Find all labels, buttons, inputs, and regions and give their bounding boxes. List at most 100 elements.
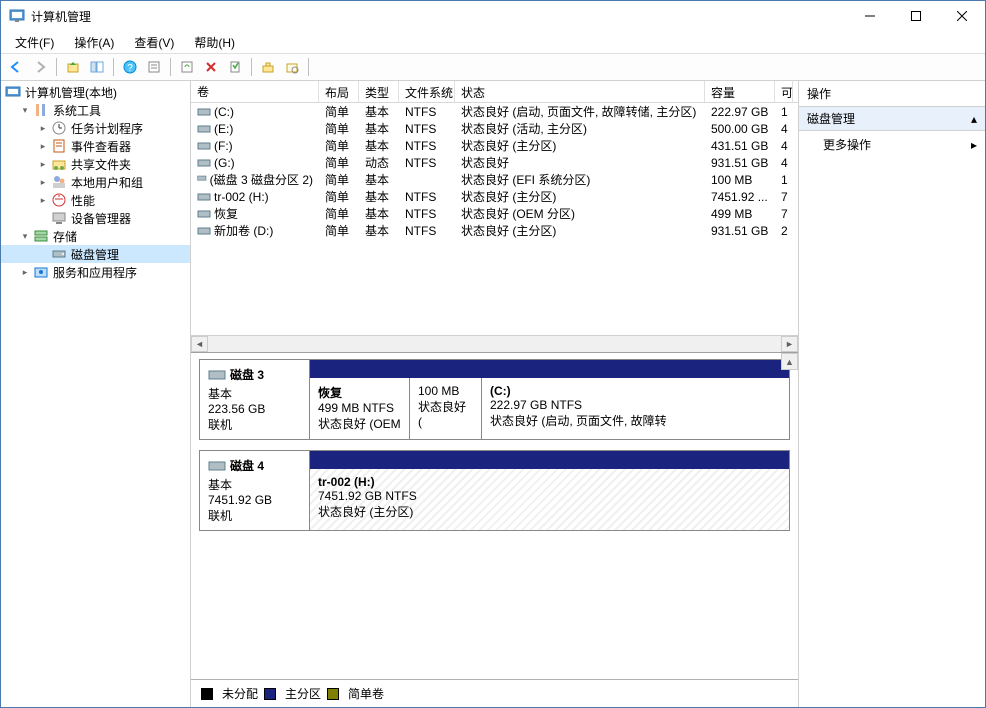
- disk-title: 磁盘 3: [230, 366, 264, 383]
- volume-icon: [197, 140, 211, 152]
- navigation-tree[interactable]: 计算机管理(本地) ▾ 系统工具 ▸ 任务计划程序 ▸ 事件查看器 ▸ 共享文件…: [1, 81, 191, 707]
- properties-button[interactable]: [143, 56, 165, 78]
- table-row[interactable]: (E:)简单基本NTFS状态良好 (活动, 主分区)500.00 GB4: [191, 120, 798, 137]
- scroll-left-icon[interactable]: ◄: [191, 336, 208, 352]
- tree-event-viewer[interactable]: ▸ 事件查看器: [1, 137, 190, 155]
- partition-size: 499 MB NTFS: [318, 401, 401, 415]
- menu-action[interactable]: 操作(A): [64, 32, 124, 53]
- disk-size: 223.56 GB: [208, 402, 301, 416]
- menu-help[interactable]: 帮助(H): [184, 32, 245, 53]
- volume-icon: [197, 208, 211, 220]
- disk-graphical-view[interactable]: ▲ 磁盘 3 基本 223.56 GB 联机: [191, 353, 798, 679]
- actions-more[interactable]: 更多操作 ▸: [799, 131, 985, 158]
- partition[interactable]: tr-002 (H:) 7451.92 GB NTFS 状态良好 (主分区): [310, 469, 789, 530]
- volume-icon: [197, 106, 211, 118]
- legend-label: 主分区: [285, 685, 321, 702]
- action2-button[interactable]: [281, 56, 303, 78]
- partition-size: 7451.92 GB NTFS: [318, 489, 781, 503]
- toolbar: ?: [1, 53, 985, 81]
- col-volume[interactable]: 卷: [191, 81, 319, 102]
- collapse-icon[interactable]: ▾: [19, 230, 31, 242]
- disk-row-4[interactable]: 磁盘 4 基本 7451.92 GB 联机 tr-002 (H:) 7451.9…: [199, 450, 790, 531]
- collapse-icon[interactable]: ▴: [971, 112, 977, 126]
- tree-performance[interactable]: ▸ 性能: [1, 191, 190, 209]
- minimize-button[interactable]: [847, 1, 893, 31]
- help-button[interactable]: ?: [119, 56, 141, 78]
- legend-label: 未分配: [222, 685, 258, 702]
- tree-label: 设备管理器: [71, 210, 131, 227]
- table-row[interactable]: (C:)简单基本NTFS状态良好 (启动, 页面文件, 故障转储, 主分区)22…: [191, 103, 798, 120]
- scroll-right-icon[interactable]: ►: [781, 336, 798, 352]
- partition-status: 状态良好 (启动, 页面文件, 故障转: [490, 412, 781, 429]
- partition-status: 状态良好 (: [418, 398, 473, 429]
- expand-icon[interactable]: ▸: [37, 194, 49, 206]
- expand-icon[interactable]: ▸: [37, 122, 49, 134]
- tree-task-scheduler[interactable]: ▸ 任务计划程序: [1, 119, 190, 137]
- partition[interactable]: 恢复 499 MB NTFS 状态良好 (OEM: [310, 378, 410, 439]
- disk-row-3[interactable]: 磁盘 3 基本 223.56 GB 联机 恢复 499 MB NTFS: [199, 359, 790, 440]
- menu-file[interactable]: 文件(F): [5, 32, 64, 53]
- partition-name: (C:): [490, 384, 511, 398]
- tree-system-tools[interactable]: ▾ 系统工具: [1, 101, 190, 119]
- expand-icon[interactable]: ▸: [19, 266, 31, 278]
- actions-pane: 操作 磁盘管理 ▴ 更多操作 ▸: [799, 81, 985, 707]
- table-row[interactable]: 新加卷 (D:)简单基本NTFS状态良好 (主分区)931.51 GB2: [191, 222, 798, 239]
- col-status[interactable]: 状态: [455, 81, 705, 102]
- col-filesystem[interactable]: 文件系统: [399, 81, 455, 102]
- show-hide-tree-button[interactable]: [86, 56, 108, 78]
- tree-storage[interactable]: ▾ 存储: [1, 227, 190, 245]
- actions-more-label: 更多操作: [823, 136, 871, 153]
- tree-label: 性能: [71, 192, 95, 209]
- table-row[interactable]: (F:)简单基本NTFS状态良好 (主分区)431.51 GB4: [191, 137, 798, 154]
- partition[interactable]: (C:) 222.97 GB NTFS 状态良好 (启动, 页面文件, 故障转: [482, 378, 789, 439]
- volume-icon: [197, 157, 211, 169]
- actions-section-label: 磁盘管理: [807, 110, 855, 127]
- table-row[interactable]: (磁盘 3 磁盘分区 2)简单基本状态良好 (EFI 系统分区)100 MB1: [191, 171, 798, 188]
- actions-section[interactable]: 磁盘管理 ▴: [799, 107, 985, 131]
- menubar: 文件(F) 操作(A) 查看(V) 帮助(H): [1, 31, 985, 53]
- settings-button[interactable]: [224, 56, 246, 78]
- table-row[interactable]: 恢复简单基本NTFS状态良好 (OEM 分区)499 MB7: [191, 205, 798, 222]
- delete-button[interactable]: [200, 56, 222, 78]
- action1-button[interactable]: [257, 56, 279, 78]
- legend-label: 简单卷: [348, 685, 384, 702]
- scroll-up-icon[interactable]: ▲: [781, 353, 798, 370]
- tree-device-manager[interactable]: ▸ 设备管理器: [1, 209, 190, 227]
- tree-root[interactable]: 计算机管理(本地): [1, 83, 190, 101]
- col-type[interactable]: 类型: [359, 81, 399, 102]
- tree-label: 服务和应用程序: [53, 264, 137, 281]
- partition[interactable]: 100 MB 状态良好 (: [410, 378, 482, 439]
- expand-icon[interactable]: ▸: [37, 176, 49, 188]
- tree-disk-management[interactable]: ▸ 磁盘管理: [1, 245, 190, 263]
- tree-services-apps[interactable]: ▸ 服务和应用程序: [1, 263, 190, 281]
- tree-shared-folders[interactable]: ▸ 共享文件夹: [1, 155, 190, 173]
- table-row[interactable]: (G:)简单动态NTFS状态良好931.51 GB4: [191, 154, 798, 171]
- expand-icon[interactable]: ▸: [37, 140, 49, 152]
- app-icon: [9, 8, 25, 24]
- list-header: 卷 布局 类型 文件系统 状态 容量 可: [191, 81, 798, 103]
- up-button[interactable]: [62, 56, 84, 78]
- partition-size: 222.97 GB NTFS: [490, 398, 781, 412]
- tree-root-label: 计算机管理(本地): [25, 84, 117, 101]
- list-body[interactable]: (C:)简单基本NTFS状态良好 (启动, 页面文件, 故障转储, 主分区)22…: [191, 103, 798, 335]
- close-button[interactable]: [939, 1, 985, 31]
- horizontal-scrollbar[interactable]: ◄ ►: [191, 335, 798, 352]
- forward-button[interactable]: [29, 56, 51, 78]
- col-extra[interactable]: 可: [775, 81, 793, 102]
- disk-status: 联机: [208, 416, 301, 433]
- expand-icon[interactable]: ▸: [37, 158, 49, 170]
- maximize-button[interactable]: [893, 1, 939, 31]
- col-layout[interactable]: 布局: [319, 81, 359, 102]
- refresh-button[interactable]: [176, 56, 198, 78]
- tree-label: 系统工具: [53, 102, 101, 119]
- col-capacity[interactable]: 容量: [705, 81, 775, 102]
- tree-local-users[interactable]: ▸ 本地用户和组: [1, 173, 190, 191]
- back-button[interactable]: [5, 56, 27, 78]
- legend-swatch-unallocated: [201, 688, 213, 700]
- menu-view[interactable]: 查看(V): [124, 32, 184, 53]
- collapse-icon[interactable]: ▾: [19, 104, 31, 116]
- disk-title: 磁盘 4: [230, 457, 264, 474]
- volume-list: 卷 布局 类型 文件系统 状态 容量 可 (C:)简单基本NTFS状态良好 (启…: [191, 81, 798, 353]
- disk-size: 7451.92 GB: [208, 493, 301, 507]
- table-row[interactable]: tr-002 (H:)简单基本NTFS状态良好 (主分区)7451.92 ...…: [191, 188, 798, 205]
